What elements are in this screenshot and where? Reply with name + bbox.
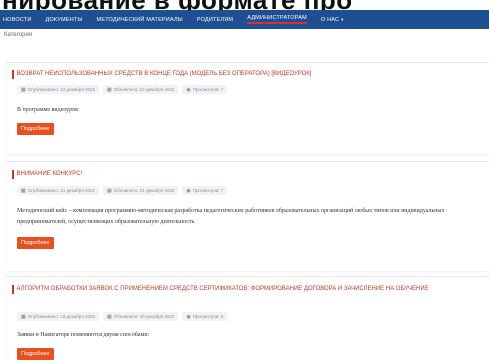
nav-item-news[interactable]: Новости [3, 17, 32, 23]
nav-item-label: Новости [3, 16, 32, 23]
read-more-button[interactable]: Подробнее [17, 237, 54, 249]
nav-item-documents[interactable]: Документы [46, 17, 83, 23]
calendar-icon: ▦ [21, 313, 26, 320]
article-excerpt: В программе видеоурок: [17, 107, 80, 113]
calendar-icon: ▦ [21, 187, 26, 194]
eye-icon: ◉ [186, 86, 191, 93]
article-meta: ▦ Опубликовано: 22 декабря 2022 ▦ Обновлен… [17, 85, 231, 94]
updated-date: ▦ Обновлено: 22 декабря 2022 [103, 85, 179, 94]
views-count: ◉ Просмотров: 7 [182, 186, 228, 195]
views-count: ◉ Просмотров: 7 [182, 85, 228, 94]
article-meta: ▦ Опубликовано: 21 декабря 2022 ▦ Обновлен… [17, 186, 231, 195]
nav-item-label: Родителям [196, 16, 234, 23]
updated-date-text: Обновлено: 19 декабря 2022 [113, 314, 175, 319]
title-accent-bar [12, 285, 14, 294]
chevron-down-icon: ▼ [340, 17, 345, 22]
updated-date-text: Обновлено: 22 декабря 2022 [113, 87, 175, 92]
updated-date-text: Обновлено: 21 декабря 2022 [113, 188, 175, 193]
created-date-text: Опубликовано: 19 декабря 2022 [27, 314, 96, 319]
nav-item-label: Методический материалы [96, 16, 183, 23]
updated-date: ▦ Обновлено: 19 декабря 2022 [103, 312, 179, 321]
created-date: ▦ Опубликовано: 21 декабря 2022 [17, 186, 100, 195]
nav-item-parents[interactable]: Родителям [197, 17, 233, 23]
calendar-icon: ▦ [21, 86, 26, 93]
main-nav: Новости Документы Методический материалы… [0, 10, 489, 29]
views-count-text: Просмотров: 8 [192, 314, 224, 319]
breadcrumb: Категория [4, 32, 33, 38]
article-meta: ▦ Опубликовано: 19 декабря 2022 ▦ Обновлен… [17, 312, 231, 321]
created-date-text: Опубликовано: 22 декабря 2022 [27, 87, 96, 92]
views-count-text: Просмотров: 7 [192, 87, 224, 92]
eye-icon: ◉ [186, 313, 191, 320]
article-title-text: Внимание конкурс! [16, 171, 83, 177]
article-title-text: Алгоритм обработки заявок с применением … [16, 286, 429, 292]
nav-item-administrators[interactable]: Администраторам [247, 15, 307, 24]
title-accent-bar [12, 70, 14, 79]
calendar-icon: ▦ [107, 187, 112, 194]
read-more-button[interactable]: Подробнее [17, 348, 54, 360]
calendar-icon: ▦ [107, 313, 112, 320]
read-more-button[interactable]: Подробнее [17, 123, 54, 135]
calendar-icon: ▦ [107, 86, 112, 93]
article-title[interactable]: Возврат неиспользованных средств в конце… [12, 70, 482, 79]
created-date-text: Опубликовано: 21 декабря 2022 [27, 188, 96, 193]
article-title[interactable]: Алгоритм обработки заявок с применением … [12, 285, 480, 294]
eye-icon: ◉ [186, 187, 191, 194]
title-accent-bar [12, 170, 14, 179]
views-count-text: Просмотров: 7 [192, 188, 224, 193]
article-excerpt: Методический кейс – комплекция программн… [17, 208, 445, 225]
article-title-text: Возврат неиспользованных средств в конце… [16, 71, 312, 77]
nav-item-methodical[interactable]: Методический материалы [97, 17, 183, 23]
nav-item-label: О нас [320, 16, 340, 23]
created-date: ▦ Опубликовано: 22 декабря 2022 [17, 85, 100, 94]
updated-date: ▦ Обновлено: 21 декабря 2022 [103, 186, 179, 195]
created-date: ▦ Опубликовано: 19 декабря 2022 [17, 312, 100, 321]
nav-item-label: Администраторам [247, 15, 307, 21]
article-title[interactable]: Внимание конкурс! [12, 170, 482, 179]
nav-item-label: Документы [45, 16, 83, 23]
article-excerpt: Заявки в Навигаторе поменяются двумя спо… [17, 332, 150, 338]
nav-item-about[interactable]: О нас ▼ [321, 17, 344, 23]
views-count: ◉ Просмотров: 8 [182, 312, 228, 321]
